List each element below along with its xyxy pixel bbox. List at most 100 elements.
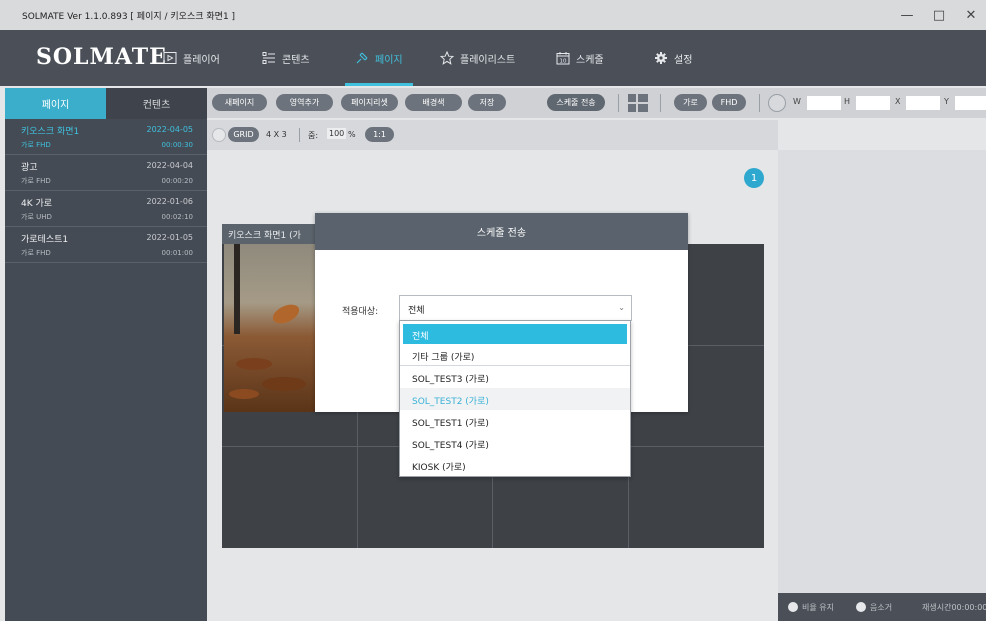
x-field[interactable] [906,96,940,110]
layout-icon-line [636,94,638,112]
grid-size[interactable]: 4 X 3 [266,130,287,139]
toolbar-divider [618,94,619,112]
page-list-item[interactable]: 가로테스트1 2022-01-05 가로 FHD 00:01:00 [5,227,207,263]
autumn-leaves-image[interactable] [224,244,315,412]
maximize-button[interactable]: □ [932,8,946,23]
pin-icon [356,52,368,64]
height-label: H [844,97,851,106]
apply-target-select[interactable]: 전체 ⌄ [399,295,632,321]
select-value: 전체 [408,306,425,316]
chevron-down-icon: ⌄ [618,303,625,312]
resolution-button[interactable]: FHD [712,94,746,111]
page-duration: 00:00:30 [161,141,193,149]
dropdown-option[interactable]: 전체 [403,324,627,344]
toolbar-divider [660,94,661,112]
mute-label: 음소거 [870,603,893,612]
page-date: 2022-01-06 [146,197,194,206]
play-icon [163,52,177,64]
y-field[interactable] [955,96,986,110]
nav-label-settings: 설정 [674,54,693,66]
nav-item-schedule[interactable]: 10 스케줄 [556,30,604,86]
keep-ratio-radio[interactable] [788,602,798,612]
nav-label-contents: 콘텐츠 [282,54,310,66]
layout-icon-line [628,102,648,104]
nav-label-schedule: 스케줄 [576,54,604,66]
panel-tabs: 페이지 컨텐츠 [5,88,207,119]
orientation-button[interactable]: 가로 [674,94,707,111]
page-toolbar: 새페이지 영역추가 페이지리셋 배경색 저장 스케줄 전송 가로 FHD W H… [207,88,986,118]
star-icon [440,51,454,65]
height-field[interactable] [856,96,890,110]
dropdown-option[interactable]: SOL_TEST3 (가로) [400,366,630,388]
grid-button[interactable]: GRID [228,127,259,142]
gear-icon [655,52,667,64]
page-preset-button[interactable]: 페이지리셋 [341,94,398,111]
close-button[interactable]: ✕ [964,8,978,23]
page-list-item[interactable]: 4K 가로 2022-01-06 가로 UHD 00:02:10 [5,191,207,227]
canvas-page-title: 키오스크 화면1 (가 [222,224,322,244]
tab-contents[interactable]: 컨텐츠 [106,88,207,119]
tab-pages[interactable]: 페이지 [5,88,106,119]
window-title: SOLMATE Ver 1.1.0.893 [ 페이지 / 키오스크 화면1 ] [22,11,236,22]
grid-toggle[interactable] [212,128,226,142]
new-page-button[interactable]: 새페이지 [212,94,267,111]
nav-item-playlist[interactable]: 플레이리스트 [440,30,515,86]
page-list-item[interactable]: 광고 2022-04-04 가로 FHD 00:00:20 [5,155,207,191]
color-circle-icon[interactable] [768,94,786,112]
preview-controls: 비율 유지 음소거 재생시간00:00:00 [778,593,986,621]
toolbar-divider [299,128,300,142]
page-date: 2022-04-04 [146,161,194,170]
page-date: 2022-01-05 [146,233,194,242]
zoom-value[interactable]: 100 [327,128,347,139]
dropdown-option[interactable]: 기타 그룹 (가로) [400,344,630,366]
dialog-title: 스케줄 전송 [476,228,527,239]
nav-item-settings[interactable]: 설정 [654,30,692,86]
width-label: W [793,97,801,106]
page-duration: 00:02:10 [161,213,193,221]
x-label: X [895,97,901,106]
dropdown-option[interactable]: SOL_TEST4 (가로) [400,432,630,454]
main-navbar: SOLMATE 플레이어 콘텐츠 페이지 플레이리스트 10 스케줄 설정 [0,30,986,86]
grid-toolbar: GRID 4 X 3 줌: 100 % 1:1 [207,120,778,150]
list-icon [262,52,275,64]
toolbar-divider [759,94,760,112]
nav-label-playlist: 플레이리스트 [460,54,516,66]
minimize-button[interactable]: — [900,8,914,23]
add-area-button[interactable]: 영역추가 [276,94,333,111]
nav-label-page: 페이지 [375,54,403,66]
dropdown-option[interactable]: SOL_TEST1 (가로) [400,410,630,432]
page-duration: 00:01:00 [161,249,193,257]
apply-target-label: 적용대상: [342,307,379,317]
zoom-unit: % [348,130,356,139]
nav-item-player[interactable]: 플레이어 [163,30,220,86]
bg-color-button[interactable]: 배경색 [405,94,462,111]
dialog-header: 스케줄 전송 [315,213,688,250]
play-time-label: 재생시간00:00:00 [922,603,986,612]
app-logo: SOLMATE [36,44,167,70]
save-button[interactable]: 저장 [468,94,506,111]
page-date: 2022-04-05 [146,125,194,134]
apply-target-dropdown: 전체 기타 그룹 (가로) SOL_TEST3 (가로) SOL_TEST2 (… [399,320,631,477]
preview-panel [778,150,986,621]
send-schedule-button[interactable]: 스케줄 전송 [547,94,605,111]
autumn-leaves-image-art [224,244,315,412]
layout-icon[interactable] [628,94,648,112]
nav-item-contents[interactable]: 콘텐츠 [262,30,310,86]
window-controls: — □ ✕ [900,0,978,30]
width-field[interactable] [807,96,841,110]
y-label: Y [944,97,949,106]
mute-radio[interactable] [856,602,866,612]
ratio-button[interactable]: 1:1 [365,127,394,142]
page-list-panel: 페이지 컨텐츠 키오스크 화면1 2022-04-05 가로 FHD 00:00… [5,88,207,621]
keep-ratio-label: 비율 유지 [802,603,834,612]
window-titlebar: SOLMATE Ver 1.1.0.893 [ 페이지 / 키오스크 화면1 ]… [0,0,986,30]
calendar-icon-number: 10 [560,59,567,65]
dropdown-option[interactable]: KIOSK (가로) [400,454,630,476]
nav-item-page[interactable]: 페이지 [345,30,413,86]
page-duration: 00:00:20 [161,177,193,185]
area-count-badge: 1 [744,168,764,188]
page-list-item[interactable]: 키오스크 화면1 2022-04-05 가로 FHD 00:00:30 [5,119,207,155]
dropdown-option[interactable]: SOL_TEST2 (가로) [400,388,630,410]
zoom-label: 줌: [308,131,319,140]
nav-label-player: 플레이어 [183,54,220,66]
